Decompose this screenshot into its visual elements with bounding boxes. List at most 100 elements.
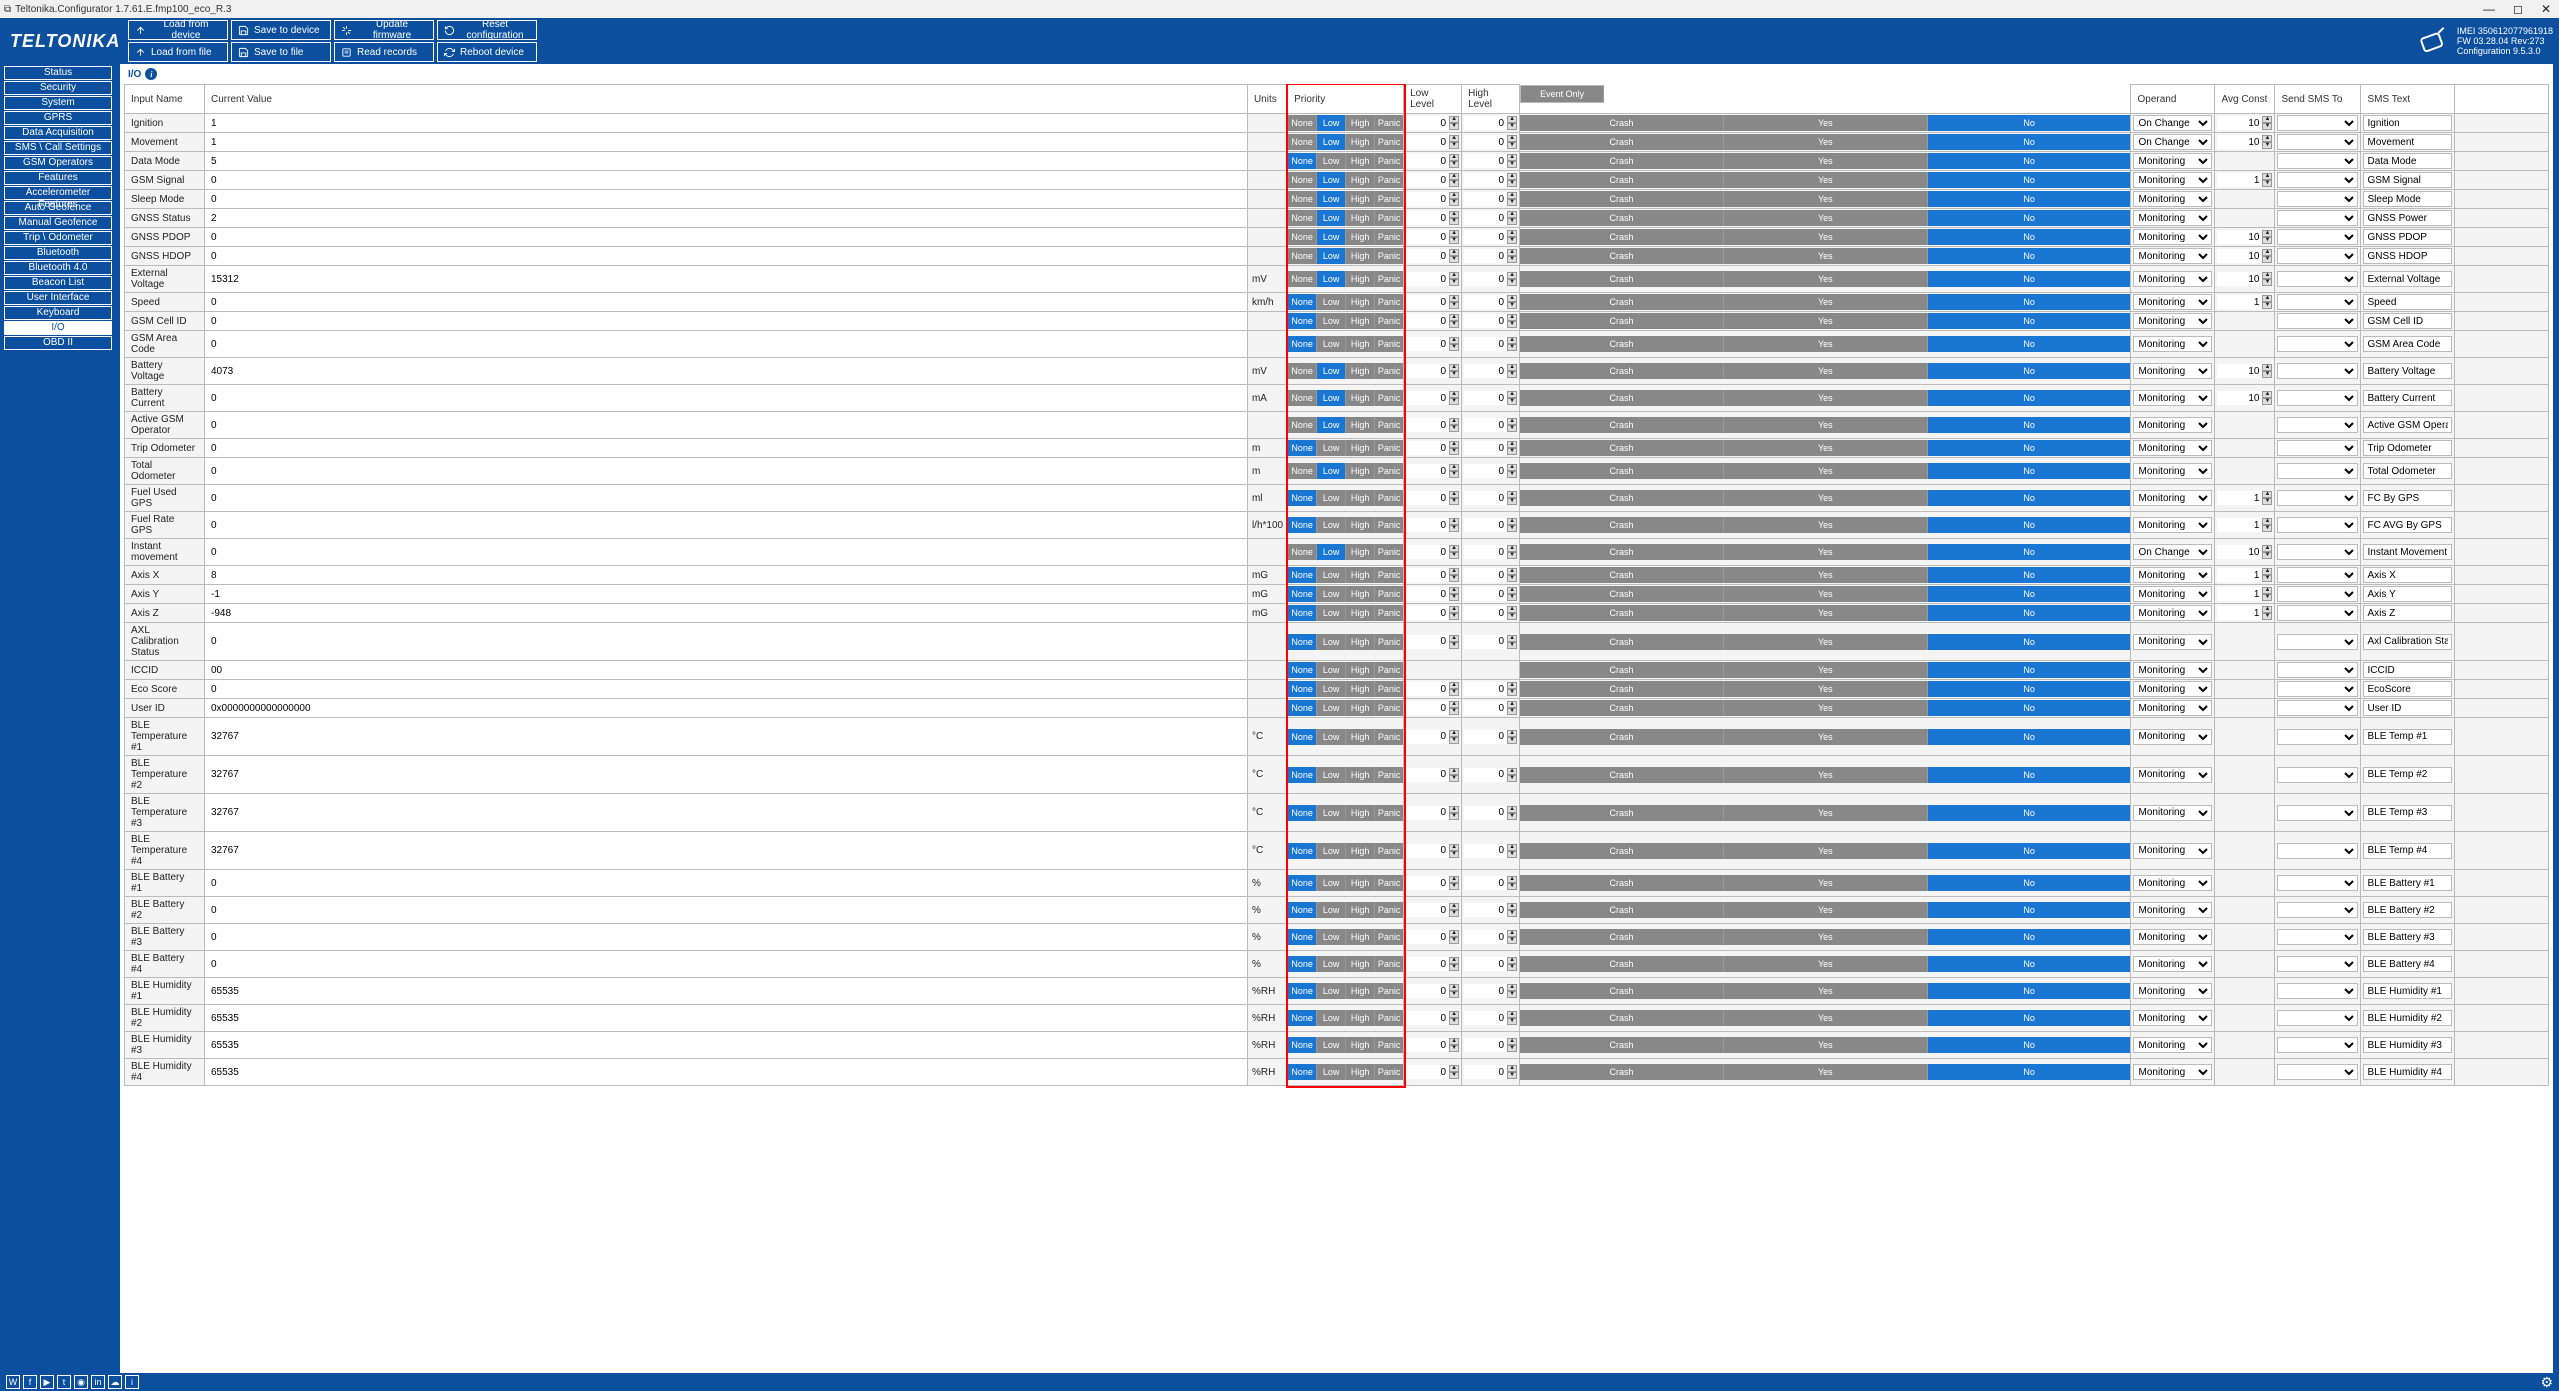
operand-select[interactable]: Monitoring <box>2133 662 2212 678</box>
operand-select[interactable]: Monitoring <box>2133 172 2212 188</box>
event-crash[interactable]: Crash <box>1520 490 1724 506</box>
event-yes[interactable]: Yes <box>1724 134 1928 150</box>
sms-to-select[interactable] <box>2277 634 2358 650</box>
event-yes[interactable]: Yes <box>1724 490 1928 506</box>
operand-select[interactable]: On Change <box>2133 115 2212 131</box>
priority-none[interactable]: None <box>1288 929 1317 945</box>
number-input[interactable]: ▲▼ <box>1464 568 1517 582</box>
event-yes[interactable]: Yes <box>1724 191 1928 207</box>
operand-select[interactable]: Monitoring <box>2133 729 2212 745</box>
sms-to-select[interactable] <box>2277 191 2358 207</box>
sms-text-input[interactable] <box>2363 294 2452 310</box>
event-yes[interactable]: Yes <box>1724 390 1928 406</box>
sidebar-item-trip-odometer[interactable]: Trip \ Odometer <box>4 231 112 245</box>
number-input[interactable]: ▲▼ <box>1464 635 1517 649</box>
event-no[interactable]: No <box>1928 605 2131 621</box>
number-input[interactable]: ▲▼ <box>1464 806 1517 820</box>
event-crash[interactable]: Crash <box>1520 634 1724 650</box>
number-input[interactable]: ▲▼ <box>1406 391 1459 405</box>
event-crash[interactable]: Crash <box>1520 1010 1724 1026</box>
operand-select[interactable]: Monitoring <box>2133 248 2212 264</box>
priority-low[interactable]: Low <box>1317 605 1346 621</box>
operand-select[interactable]: Monitoring <box>2133 313 2212 329</box>
number-input[interactable]: ▲▼ <box>1406 1038 1459 1052</box>
number-input[interactable]: ▲▼ <box>1406 211 1459 225</box>
number-input[interactable]: ▲▼ <box>1406 587 1459 601</box>
number-input[interactable]: ▲▼ <box>1406 730 1459 744</box>
number-input[interactable]: ▲▼ <box>1464 844 1517 858</box>
event-yes[interactable]: Yes <box>1724 517 1928 533</box>
number-input[interactable]: ▲▼ <box>1464 491 1517 505</box>
priority-low[interactable]: Low <box>1317 681 1346 697</box>
sms-text-input[interactable] <box>2363 134 2452 150</box>
sms-to-select[interactable] <box>2277 153 2358 169</box>
event-no[interactable]: No <box>1928 902 2131 918</box>
priority-high[interactable]: High <box>1346 805 1375 821</box>
priority-high[interactable]: High <box>1346 983 1375 999</box>
event-no[interactable]: No <box>1928 517 2131 533</box>
sidebar-item-accelerometer-features[interactable]: Accelerometer Features <box>4 186 112 200</box>
sms-text-input[interactable] <box>2363 567 2452 583</box>
number-input[interactable]: ▲▼ <box>2217 545 2272 559</box>
sms-text-input[interactable] <box>2363 544 2452 560</box>
number-input[interactable]: ▲▼ <box>1406 135 1459 149</box>
toolbar-update-firmware[interactable]: Update firmware <box>334 20 434 40</box>
sms-to-select[interactable] <box>2277 1037 2358 1053</box>
priority-low[interactable]: Low <box>1317 294 1346 310</box>
event-crash[interactable]: Crash <box>1520 875 1724 891</box>
event-crash[interactable]: Crash <box>1520 767 1724 783</box>
sms-text-input[interactable] <box>2363 271 2452 287</box>
sms-text-input[interactable] <box>2363 191 2452 207</box>
event-no[interactable]: No <box>1928 700 2131 716</box>
event-crash[interactable]: Crash <box>1520 567 1724 583</box>
event-yes[interactable]: Yes <box>1724 172 1928 188</box>
sms-to-select[interactable] <box>2277 567 2358 583</box>
priority-high[interactable]: High <box>1346 929 1375 945</box>
event-no[interactable]: No <box>1928 586 2131 602</box>
event-no[interactable]: No <box>1928 634 2131 650</box>
operand-select[interactable]: Monitoring <box>2133 390 2212 406</box>
operand-select[interactable]: Monitoring <box>2133 210 2212 226</box>
number-input[interactable]: ▲▼ <box>1464 211 1517 225</box>
priority-panic[interactable]: Panic <box>1375 929 1403 945</box>
event-crash[interactable]: Crash <box>1520 1064 1724 1080</box>
event-crash[interactable]: Crash <box>1520 700 1724 716</box>
sms-to-select[interactable] <box>2277 336 2358 352</box>
number-input[interactable]: ▲▼ <box>1406 903 1459 917</box>
sms-text-input[interactable] <box>2363 115 2452 131</box>
priority-panic[interactable]: Panic <box>1375 843 1403 859</box>
minimize-button[interactable]: — <box>2479 2 2499 16</box>
event-crash[interactable]: Crash <box>1520 229 1724 245</box>
priority-none[interactable]: None <box>1288 294 1317 310</box>
event-no[interactable]: No <box>1928 956 2131 972</box>
priority-none[interactable]: None <box>1288 153 1317 169</box>
number-input[interactable]: ▲▼ <box>1406 314 1459 328</box>
priority-panic[interactable]: Panic <box>1375 662 1403 678</box>
priority-panic[interactable]: Panic <box>1375 134 1403 150</box>
sidebar-item-sms-call-settings[interactable]: SMS \ Call Settings <box>4 141 112 155</box>
maximize-button[interactable]: ◻ <box>2509 2 2527 16</box>
operand-select[interactable]: On Change <box>2133 134 2212 150</box>
priority-none[interactable]: None <box>1288 1037 1317 1053</box>
number-input[interactable]: ▲▼ <box>1406 984 1459 998</box>
number-input[interactable]: ▲▼ <box>2217 173 2272 187</box>
operand-select[interactable]: Monitoring <box>2133 929 2212 945</box>
event-crash[interactable]: Crash <box>1520 517 1724 533</box>
priority-panic[interactable]: Panic <box>1375 440 1403 456</box>
event-yes[interactable]: Yes <box>1724 313 1928 329</box>
priority-none[interactable]: None <box>1288 956 1317 972</box>
number-input[interactable]: ▲▼ <box>1406 930 1459 944</box>
sms-text-input[interactable] <box>2363 729 2452 745</box>
priority-panic[interactable]: Panic <box>1375 902 1403 918</box>
sidebar-item-manual-geofence[interactable]: Manual Geofence <box>4 216 112 230</box>
event-crash[interactable]: Crash <box>1520 440 1724 456</box>
priority-panic[interactable]: Panic <box>1375 729 1403 745</box>
operand-select[interactable]: Monitoring <box>2133 440 2212 456</box>
sidebar-item-system[interactable]: System <box>4 96 112 110</box>
sms-to-select[interactable] <box>2277 929 2358 945</box>
sidebar-item-bluetooth-4-0[interactable]: Bluetooth 4.0 <box>4 261 112 275</box>
event-no[interactable]: No <box>1928 567 2131 583</box>
priority-none[interactable]: None <box>1288 313 1317 329</box>
sms-to-select[interactable] <box>2277 210 2358 226</box>
event-yes[interactable]: Yes <box>1724 662 1928 678</box>
